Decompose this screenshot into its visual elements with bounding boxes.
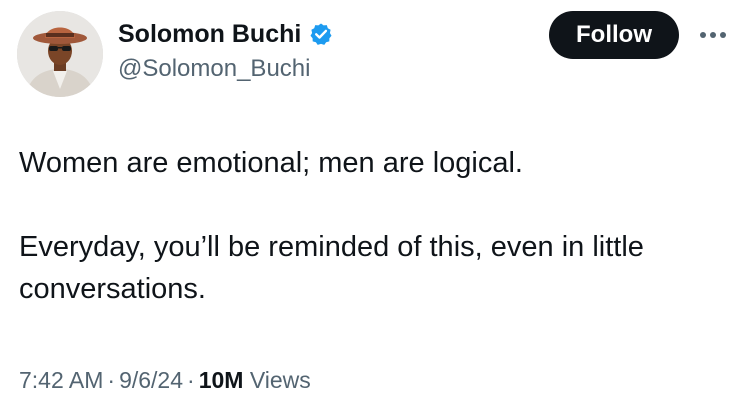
views-count: 10M — [198, 367, 244, 393]
tweet-text: Women are emotional; men are logical. Ev… — [19, 142, 729, 310]
tweet-date[interactable]: 9/6/24 — [119, 367, 183, 393]
tweet-card: Solomon Buchi @Solomon_Buchi Follow Wome… — [0, 0, 750, 413]
follow-button[interactable]: Follow — [549, 11, 679, 59]
avatar[interactable] — [17, 11, 103, 97]
views-label: Views — [249, 367, 311, 393]
author-handle[interactable]: @Solomon_Buchi — [118, 54, 310, 84]
verified-badge-icon — [309, 22, 333, 46]
tweet-meta: 7:42 AM · 9/6/24 · 10M Views — [19, 365, 311, 395]
tweet-time[interactable]: 7:42 AM — [19, 367, 103, 393]
author-name-row: Solomon Buchi — [118, 19, 333, 49]
meta-separator: · — [187, 367, 195, 393]
avatar-image — [17, 11, 103, 97]
tweet-paragraph: Women are emotional; men are logical. — [19, 147, 523, 179]
meta-separator: · — [107, 367, 116, 393]
tweet-paragraph: Everyday, you’ll be reminded of this, ev… — [19, 231, 644, 305]
author-display-name[interactable]: Solomon Buchi — [118, 19, 301, 49]
more-horizontal-icon[interactable] — [698, 28, 728, 42]
